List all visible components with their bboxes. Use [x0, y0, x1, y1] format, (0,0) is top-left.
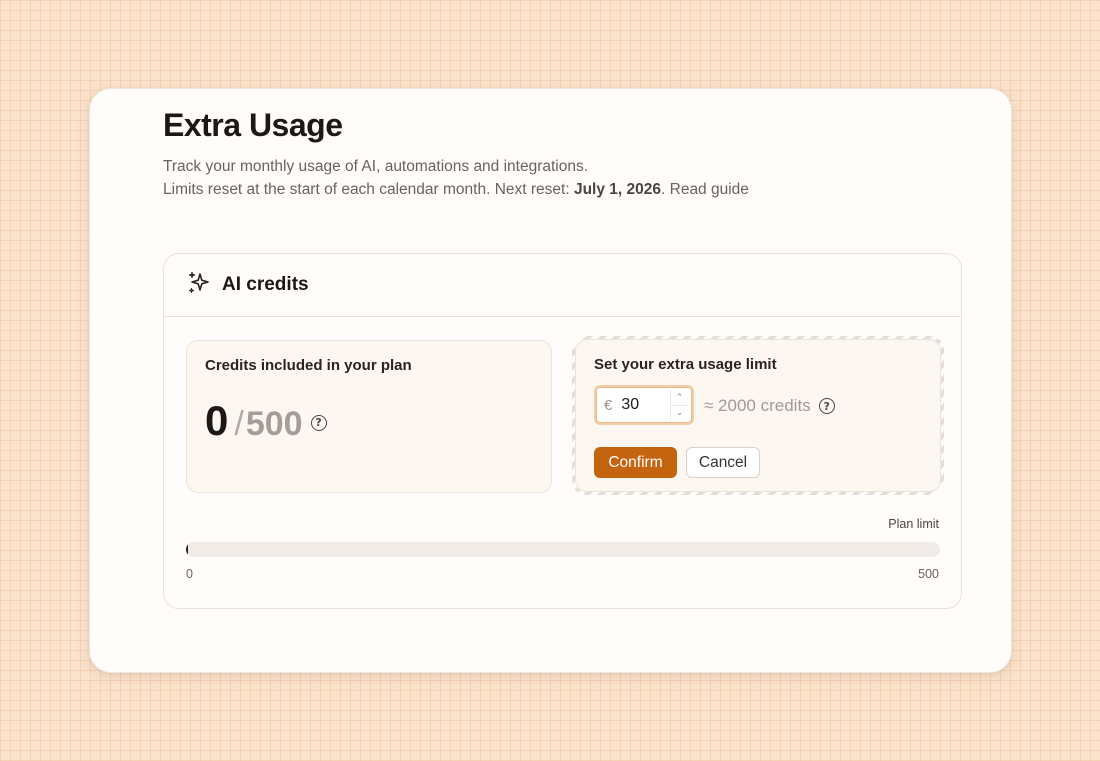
- description-line-2-prefix: Limits reset at the start of each calend…: [163, 181, 574, 198]
- extra-limit-amount-input[interactable]: € 30 ⌃ ⌄: [594, 385, 694, 425]
- progress-max-label: 500: [918, 567, 939, 581]
- plan-limit-label: Plan limit: [888, 517, 939, 531]
- confirm-button[interactable]: Confirm: [594, 447, 677, 478]
- extra-limit-panel-border: Set your extra usage limit € 30 ⌃ ⌄ ≈ 20…: [572, 336, 944, 495]
- description-separator: .: [661, 181, 666, 198]
- amount-value[interactable]: 30: [621, 396, 639, 414]
- read-guide-link[interactable]: Read guide: [670, 181, 749, 198]
- extra-limit-label: Set your extra usage limit: [594, 356, 777, 373]
- cancel-button[interactable]: Cancel: [686, 447, 760, 478]
- credits-slash: /: [234, 405, 244, 443]
- progress-min-label: 0: [186, 567, 193, 581]
- credits-counter: 0 / 500 ?: [205, 397, 327, 445]
- chevron-down-icon[interactable]: ⌄: [671, 406, 688, 421]
- extra-usage-window: Extra Usage Track your monthly usage of …: [89, 88, 1012, 673]
- approx-credits-text: ≈ 2000 credits: [704, 396, 811, 415]
- page-title: Extra Usage: [163, 107, 343, 143]
- next-reset-date: July 1, 2026: [573, 181, 661, 198]
- usage-progress-fill: [186, 542, 188, 557]
- included-credits-label: Credits included in your plan: [205, 357, 412, 374]
- description-line-2: Limits reset at the start of each calend…: [163, 178, 749, 201]
- extra-limit-panel: Set your extra usage limit € 30 ⌃ ⌄ ≈ 20…: [575, 339, 941, 492]
- amount-stepper[interactable]: ⌃ ⌄: [670, 390, 688, 420]
- card-header: AI credits: [164, 254, 961, 317]
- currency-symbol: €: [604, 396, 613, 414]
- credits-used: 0: [205, 397, 229, 444]
- help-icon[interactable]: ?: [818, 398, 835, 414]
- help-icon[interactable]: ?: [310, 414, 327, 431]
- card-title: AI credits: [222, 274, 309, 295]
- included-credits-panel: Credits included in your plan 0 / 500 ?: [186, 340, 552, 493]
- ai-credits-card: AI credits Credits included in your plan…: [163, 253, 962, 609]
- description-line-1: Track your monthly usage of AI, automati…: [163, 158, 589, 175]
- usage-progress-bar: [186, 542, 940, 557]
- page-description: Track your monthly usage of AI, automati…: [163, 155, 749, 201]
- chevron-up-icon[interactable]: ⌃: [671, 390, 688, 406]
- credits-total: 500: [245, 405, 303, 443]
- approx-credits: ≈ 2000 credits ?: [704, 396, 835, 416]
- sparkles-icon: [186, 270, 212, 301]
